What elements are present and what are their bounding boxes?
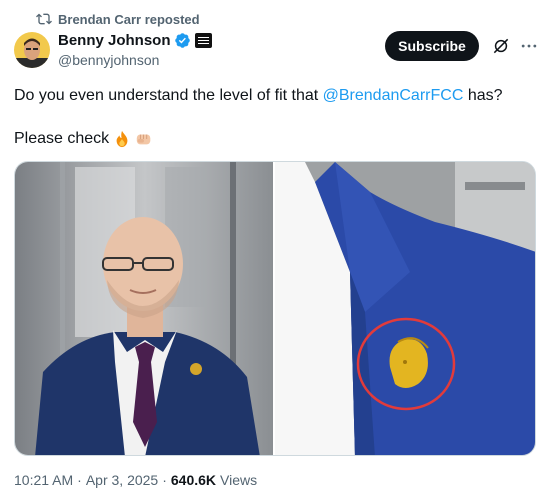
repost-header[interactable]: Brendan Carr reposted xyxy=(36,11,200,27)
more-icon[interactable] xyxy=(519,36,539,56)
avatar-image xyxy=(14,32,50,68)
separator-dot: · xyxy=(162,472,167,488)
tweet-text-prefix: Do you even understand the level of fit … xyxy=(14,87,323,104)
tweet-text-line-2: Please check xyxy=(14,129,153,149)
subscribe-button[interactable]: Subscribe xyxy=(385,31,479,61)
mention-link[interactable]: @BrendanCarrFCC xyxy=(323,87,464,104)
repost-label: Brendan Carr reposted xyxy=(58,11,200,27)
avatar[interactable] xyxy=(14,32,50,68)
tweet-text: Do you even understand the level of fit … xyxy=(14,86,503,106)
tweet-date[interactable]: Apr 3, 2025 xyxy=(86,472,158,488)
media-container[interactable] xyxy=(14,161,536,456)
tweet-text-suffix: has? xyxy=(463,87,503,104)
fist-emoji-icon xyxy=(136,134,151,145)
affiliate-badge-icon[interactable] xyxy=(194,33,212,48)
author-name[interactable]: Benny Johnson xyxy=(58,32,171,49)
views-label: Views xyxy=(220,472,258,488)
fire-emoji-icon xyxy=(116,130,128,148)
author-handle[interactable]: @bennyjohnson xyxy=(58,52,159,68)
tweet-meta: 10:21 AM · Apr 3, 2025 · 640.6K Views xyxy=(14,472,257,488)
author-row[interactable]: Benny Johnson xyxy=(58,32,212,49)
separator-dot: · xyxy=(77,472,82,488)
photo-man-in-elevator[interactable] xyxy=(15,162,273,455)
views-count: 640.6K xyxy=(170,472,217,488)
tweet-time[interactable]: 10:21 AM xyxy=(14,472,73,488)
repost-icon xyxy=(36,13,52,25)
photo-right-image xyxy=(275,162,535,455)
verified-badge-icon[interactable] xyxy=(174,32,191,49)
photo-left-image xyxy=(15,162,273,455)
tweet-text-check: Please check xyxy=(14,130,110,147)
photo-lapel-pin[interactable] xyxy=(275,162,535,455)
grok-icon[interactable] xyxy=(491,36,511,56)
